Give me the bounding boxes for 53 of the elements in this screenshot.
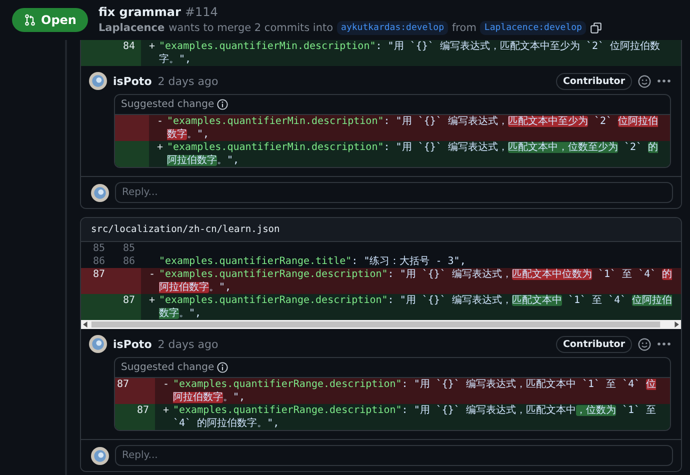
comment-author[interactable]: isPoto bbox=[113, 74, 152, 88]
diff-sign: + bbox=[162, 404, 170, 418]
diff-gutter bbox=[115, 141, 149, 167]
open-status-badge: Open bbox=[12, 8, 88, 32]
avatar-icon bbox=[89, 72, 107, 90]
reply-field[interactable]: Reply... bbox=[115, 445, 673, 466]
line-number: 86 bbox=[92, 255, 106, 268]
branch-label[interactable]: aykutkardas:develop bbox=[337, 21, 448, 35]
diff-sign: + bbox=[148, 40, 156, 54]
avatar-icon bbox=[89, 335, 107, 353]
line-number: 84 bbox=[122, 40, 136, 54]
pull-request-title: fix grammar bbox=[98, 5, 181, 19]
comment-author[interactable]: isPoto bbox=[113, 338, 152, 350]
avatar-icon bbox=[91, 446, 109, 464]
line-number: 85 bbox=[92, 242, 106, 255]
emoji-icon[interactable] bbox=[638, 338, 651, 350]
line-number: 87 bbox=[116, 378, 130, 392]
emoji-icon[interactable] bbox=[638, 74, 651, 88]
more-options-icon[interactable] bbox=[657, 342, 671, 346]
avatar-icon bbox=[91, 184, 109, 202]
merge-description: wants to merge 2 commits into bbox=[168, 22, 334, 34]
more-options-icon[interactable] bbox=[657, 79, 671, 83]
role-badge: Contributor bbox=[556, 72, 632, 90]
line-number: 87 bbox=[122, 294, 136, 308]
diff-sign: + bbox=[148, 294, 156, 308]
suggested-change-label: Suggested change bbox=[121, 362, 214, 373]
author-link[interactable]: Laplacence bbox=[98, 22, 165, 34]
horizontal-scrollbar[interactable] bbox=[81, 320, 681, 329]
comment-time: 2 days ago bbox=[158, 338, 220, 350]
line-number: 85 bbox=[122, 242, 136, 255]
role-badge: Contributor bbox=[556, 336, 632, 352]
from-label: from bbox=[452, 22, 476, 34]
diff-sign: + bbox=[156, 141, 164, 155]
line-number: 86 bbox=[122, 255, 136, 268]
comment-time: 2 days ago bbox=[158, 74, 220, 88]
code-line: "examples.quantifierRange.title": "练习：大括号 - 3", bbox=[159, 255, 467, 268]
pull-request-number: #114 bbox=[184, 5, 218, 19]
branch-label[interactable]: Laplacence:develop bbox=[480, 21, 586, 35]
copy-icon[interactable] bbox=[590, 22, 602, 34]
code-line: "examples.quantifierMin.description": "用 `{}` 编写表达式，匹配文本中至少为 `2` 位阿拉伯数字。", bbox=[159, 40, 662, 66]
pull-request-icon bbox=[24, 14, 36, 26]
suggested-change-label: Suggested change bbox=[121, 99, 214, 110]
diff-sign: - bbox=[156, 115, 164, 129]
diff-gutter bbox=[115, 115, 149, 141]
diff-sign: - bbox=[148, 268, 156, 282]
info-icon[interactable] bbox=[217, 362, 228, 373]
code-line: "examples.quantifierRange.description": "用 `{}` 编写表达式，匹配文本中，位数为 `1` 至 `4` 的阿拉伯数字。", bbox=[173, 404, 658, 430]
reply-field[interactable]: Reply... bbox=[115, 182, 673, 203]
info-icon[interactable] bbox=[217, 99, 228, 110]
line-number: 87 bbox=[92, 268, 106, 282]
diff-sign: - bbox=[162, 378, 170, 392]
file-path: src/localization/zh-cn/learn.json bbox=[81, 218, 681, 242]
line-number: 87 bbox=[136, 404, 150, 418]
